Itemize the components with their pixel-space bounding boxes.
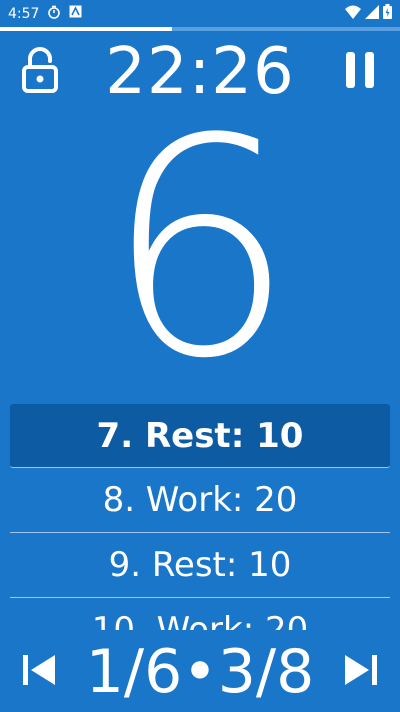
skip-previous-icon <box>23 655 57 689</box>
wifi-icon <box>345 5 361 23</box>
list-item[interactable]: 10. Work: 20 <box>10 598 390 630</box>
pause-icon <box>344 52 376 92</box>
countdown-value: 6 <box>104 75 296 424</box>
workout-progress-bar <box>0 27 400 31</box>
status-time: 4:57 <box>8 5 40 22</box>
app-notification-icon <box>69 5 82 22</box>
status-bar: 4:57 <box>0 0 400 27</box>
stopwatch-icon <box>47 5 61 23</box>
skip-next-icon <box>343 655 377 689</box>
previous-interval-button[interactable] <box>18 650 62 694</box>
pause-button[interactable] <box>338 48 382 96</box>
interval-list[interactable]: 7. Rest: 10 8. Work: 20 9. Rest: 10 10. … <box>10 404 390 630</box>
list-item-active[interactable]: 7. Rest: 10 <box>10 404 390 468</box>
battery-icon <box>383 4 392 23</box>
workout-progress-fill <box>0 27 172 31</box>
footer: 1/6•3/8 <box>0 632 400 712</box>
signal-icon <box>365 4 379 23</box>
list-item[interactable]: 8. Work: 20 <box>10 468 390 533</box>
set-progress: 1/6•3/8 <box>85 637 315 707</box>
list-item[interactable]: 9. Rest: 10 <box>10 533 390 598</box>
timer-screen: 4:57 22:26 6 7. Rest: 10 8. Work: 20 9. … <box>0 0 400 712</box>
next-interval-button[interactable] <box>338 650 382 694</box>
